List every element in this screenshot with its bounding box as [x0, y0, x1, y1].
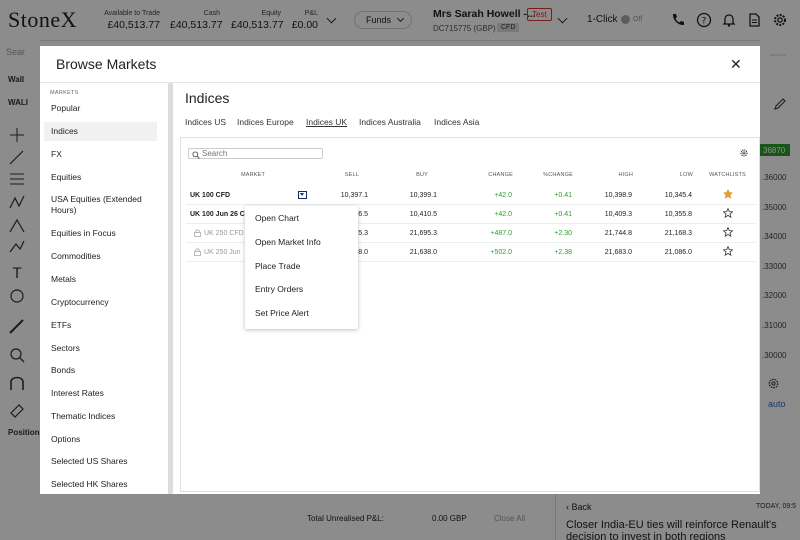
markets-sidebar: MARKETS Popular Indices FX Equities USA Equi…: [40, 83, 174, 494]
sidebar-item-fx[interactable]: FX: [44, 149, 157, 160]
sidebar-item-interest-rates[interactable]: Interest Rates: [44, 388, 157, 399]
tab-indices-europe[interactable]: Indices Europe: [237, 117, 294, 127]
column-header-low[interactable]: LOW: [653, 172, 693, 178]
percent-change-value: +0.41: [554, 192, 572, 199]
low-value: 10,345.4: [664, 192, 692, 199]
percent-change-value: +0.41: [554, 211, 572, 218]
change-value: +487.0: [490, 230, 512, 237]
low-value: 21,086.0: [664, 249, 692, 256]
sidebar-item-equities-in-focus[interactable]: Equities in Focus: [44, 228, 157, 239]
low-value: 10,355.8: [664, 211, 692, 218]
buy-price[interactable]: 10,410.5: [377, 211, 437, 218]
search-field[interactable]: [188, 148, 323, 159]
low-value: 21,168.3: [664, 230, 692, 237]
percent-change-value: +2.30: [554, 230, 572, 237]
column-header-market[interactable]: MARKET: [238, 172, 268, 178]
market-name[interactable]: UK 250 CFD: [204, 230, 244, 237]
sidebar-item-popular[interactable]: Popular: [44, 103, 157, 114]
market-name[interactable]: UK 100 Jun 26 C: [190, 211, 245, 218]
high-value: 10,398.9: [604, 192, 632, 199]
market-context-menu: Open Chart Open Market Info Place Trade …: [245, 206, 358, 329]
sidebar-scrollbar[interactable]: [168, 83, 173, 494]
search-icon: [192, 151, 200, 159]
menu-item-set-price-alert[interactable]: Set Price Alert: [255, 308, 309, 318]
sidebar-item-equities[interactable]: Equities: [44, 172, 157, 183]
star-filled-icon[interactable]: [723, 189, 733, 199]
market-actions-dropdown[interactable]: [298, 191, 307, 199]
column-header-pct-change[interactable]: %CHANGE: [533, 172, 573, 178]
sidebar-item-commodities[interactable]: Commodities: [44, 251, 157, 262]
gear-icon[interactable]: [740, 149, 748, 157]
column-header-high[interactable]: HIGH: [593, 172, 633, 178]
menu-item-entry-orders[interactable]: Entry Orders: [255, 284, 303, 294]
sidebar-heading: MARKETS: [50, 90, 79, 96]
sidebar-scrollbar-thumb[interactable]: [168, 83, 173, 494]
column-header-buy[interactable]: BUY: [398, 172, 428, 178]
change-value: +42.0: [494, 192, 512, 199]
column-header-change[interactable]: CHANGE: [473, 172, 513, 178]
buy-price[interactable]: 21,695.3: [377, 230, 437, 237]
high-value: 10,409.3: [604, 211, 632, 218]
sidebar-item-bonds[interactable]: Bonds: [44, 365, 157, 376]
table-row[interactable]: UK 100 CFD 10,397.1 10,399.1 +42.0 +0.41 10,3…: [186, 186, 756, 205]
modal-title: Browse Markets: [56, 56, 157, 72]
menu-item-open-market-info[interactable]: Open Market Info: [255, 237, 321, 247]
menu-item-open-chart[interactable]: Open Chart: [255, 213, 299, 223]
sidebar-item-metals[interactable]: Metals: [44, 274, 157, 285]
sidebar-item-selected-hk-shares[interactable]: Selected HK Shares: [44, 479, 157, 490]
lock-icon: [194, 229, 201, 237]
change-value: +502.0: [490, 249, 512, 256]
sidebar-item-selected-us-shares[interactable]: Selected US Shares: [44, 456, 157, 467]
sell-price[interactable]: 10,397.1: [308, 192, 368, 199]
star-outline-icon[interactable]: [723, 208, 733, 218]
high-value: 21,744.8: [604, 230, 632, 237]
sidebar-item-sectors[interactable]: Sectors: [44, 343, 157, 354]
market-name[interactable]: UK 250 Jun: [204, 249, 241, 256]
star-outline-icon[interactable]: [723, 227, 733, 237]
tab-indices-uk[interactable]: Indices UK: [306, 117, 347, 127]
sidebar-item-thematic-indices[interactable]: Thematic Indices: [44, 411, 157, 422]
section-title: Indices: [185, 90, 230, 106]
tab-indices-asia[interactable]: Indices Asia: [434, 117, 479, 127]
buy-price[interactable]: 21,638.0: [377, 249, 437, 256]
lock-icon: [194, 248, 201, 256]
star-outline-icon[interactable]: [723, 246, 733, 256]
column-header-sell[interactable]: SELL: [329, 172, 359, 178]
tab-indices-us[interactable]: Indices US: [185, 117, 226, 127]
menu-item-place-trade[interactable]: Place Trade: [255, 261, 300, 271]
sidebar-item-options[interactable]: Options: [44, 434, 157, 445]
sidebar-item-etfs[interactable]: ETFs: [44, 320, 157, 331]
market-name[interactable]: UK 100 CFD: [190, 192, 230, 199]
column-header-watchlists[interactable]: WATCHLISTS: [705, 172, 750, 178]
sidebar-item-cryptocurrency[interactable]: Cryptocurrency: [44, 297, 157, 308]
caret-down-icon: [300, 193, 304, 196]
buy-price[interactable]: 10,399.1: [377, 192, 437, 199]
sidebar-item-usa-equities-extended-hours[interactable]: USA Equities (Extended Hours): [44, 194, 157, 216]
browse-markets-modal: Browse Markets ✕ MARKETS Popular Indices F…: [40, 46, 760, 494]
tab-indices-australia[interactable]: Indices Australia: [359, 117, 421, 127]
close-icon[interactable]: ✕: [730, 56, 742, 73]
change-value: +42.0: [494, 211, 512, 218]
percent-change-value: +2.38: [554, 249, 572, 256]
search-input[interactable]: [202, 149, 320, 158]
high-value: 21,683.0: [604, 249, 632, 256]
sidebar-item-indices[interactable]: Indices: [44, 122, 157, 141]
